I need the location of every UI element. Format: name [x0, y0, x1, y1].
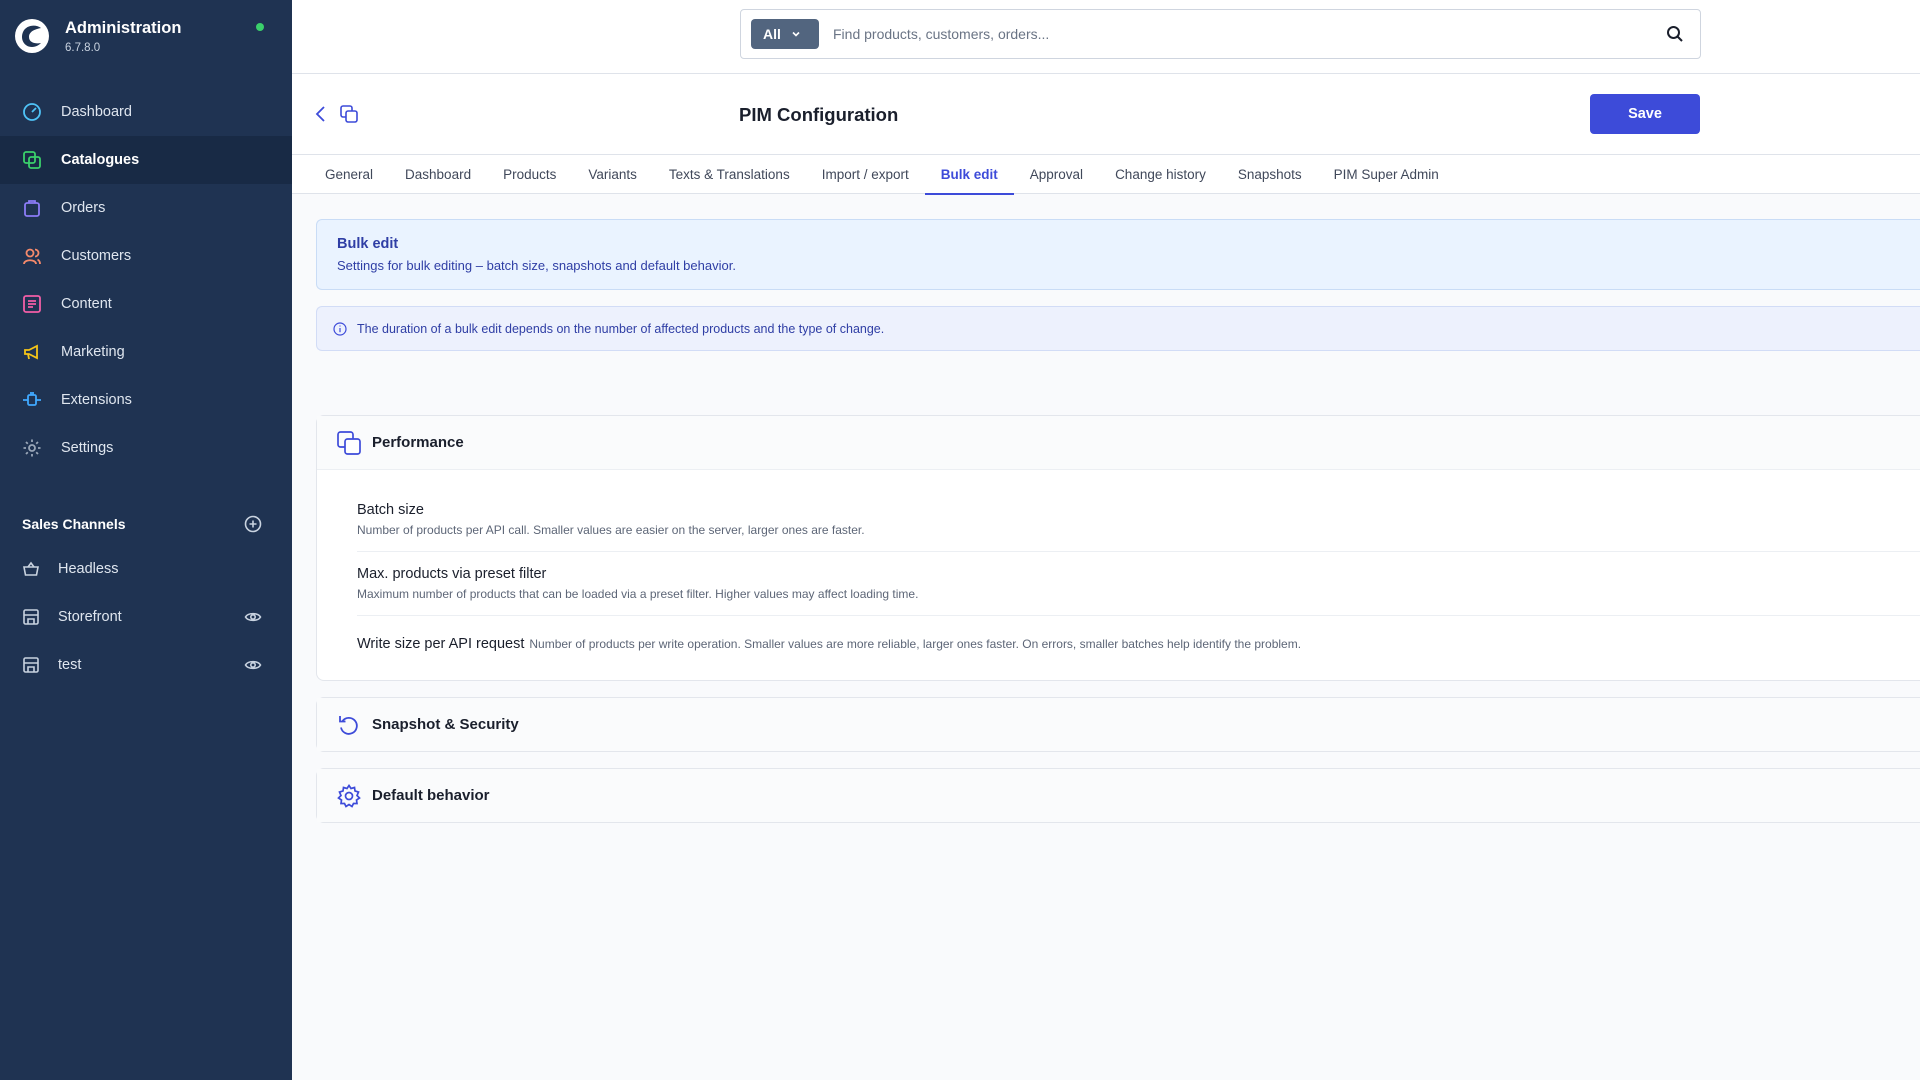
nav-item-catalogues[interactable]: Catalogues — [0, 136, 292, 184]
setting-label: Max. products via preset filter — [357, 566, 547, 582]
nav-item-settings[interactable]: Settings — [0, 424, 292, 472]
nav-item-content[interactable]: Content — [0, 280, 292, 328]
performance-panel-body: Batch size Number of products per API ca… — [317, 469, 1920, 680]
search-icon[interactable] — [1665, 24, 1685, 44]
content-list-icon — [21, 293, 43, 315]
page-title: PIM Configuration — [739, 104, 899, 125]
duplicate-icon[interactable] — [339, 104, 359, 124]
save-button[interactable]: Save — [1590, 94, 1700, 134]
tab-texts-translations[interactable]: Texts & Translations — [653, 155, 806, 194]
default-behavior-panel-header[interactable]: Default behavior — [317, 769, 1920, 822]
tab-approval[interactable]: Approval — [1014, 155, 1099, 194]
copy-stack-icon — [336, 430, 362, 456]
tab-products[interactable]: Products — [487, 155, 572, 194]
search-input[interactable] — [833, 26, 1665, 42]
eye-icon[interactable] — [244, 608, 262, 626]
shopping-bag-icon — [21, 197, 43, 219]
setting-label: Batch size — [357, 502, 424, 518]
sales-channel-label: Headless — [58, 561, 119, 577]
search-type-dropdown[interactable]: All — [751, 19, 819, 49]
intro-title: Bulk edit — [337, 236, 399, 252]
nav-item-orders[interactable]: Orders — [0, 184, 292, 232]
setting-label: Write size per API request — [357, 636, 525, 652]
top-bar: All — [292, 0, 1920, 74]
nav-label: Settings — [61, 440, 114, 456]
sales-channel-label: Storefront — [58, 609, 122, 625]
chevron-down-icon — [791, 29, 801, 39]
main-nav: Dashboard Catalogues Orders Customers Co… — [0, 88, 292, 472]
add-circle-icon[interactable] — [244, 515, 262, 533]
store-icon — [22, 608, 40, 626]
tab-bulk-edit[interactable]: Bulk edit — [924, 155, 1014, 195]
nav-item-marketing[interactable]: Marketing — [0, 328, 292, 376]
nav-label: Content — [61, 296, 112, 312]
nav-label: Catalogues — [61, 152, 140, 168]
page-header: PIM Configuration Save — [292, 74, 1920, 155]
intro-description: Settings for bulk editing – batch size, … — [337, 258, 736, 273]
back-chevron-icon[interactable] — [312, 104, 330, 124]
config-tabs: General Dashboard Products Variants Text… — [292, 155, 1920, 195]
sales-channel-label: test — [58, 657, 82, 673]
brand[interactable]: Administration 6.7.8.0 — [14, 16, 181, 56]
dashboard-gauge-icon — [21, 101, 43, 123]
status-dot — [256, 23, 264, 31]
default-behavior-panel: Default behavior — [316, 768, 1920, 823]
setting-batch-size: Batch size Number of products per API ca… — [357, 488, 1920, 552]
undo-arrow-icon — [336, 712, 362, 738]
panel-title: Default behavior — [372, 787, 490, 804]
app-title: Administration — [65, 18, 182, 37]
panel-title: Performance — [372, 434, 464, 451]
setting-description: Maximum number of products that can be l… — [357, 587, 919, 601]
nav-label: Dashboard — [61, 104, 132, 120]
eye-icon[interactable] — [244, 656, 262, 674]
main-content: Bulk edit Settings for bulk editing – ba… — [316, 219, 1920, 823]
users-icon — [21, 245, 43, 267]
nav-label: Customers — [61, 248, 132, 264]
sidebar: Administration 6.7.8.0 Dashboard Catalog… — [0, 0, 292, 1080]
nav-label: Marketing — [61, 344, 125, 360]
snapshot-security-panel: Snapshot & Security — [316, 697, 1920, 752]
panel-title: Snapshot & Security — [372, 716, 519, 733]
tab-snapshots[interactable]: Snapshots — [1222, 155, 1318, 194]
sales-channel-storefront[interactable]: Storefront — [0, 593, 292, 641]
sales-channels-title: Sales Channels — [22, 516, 126, 532]
sales-channels-header: Sales Channels — [22, 514, 262, 534]
setting-description: Number of products per write operation. … — [529, 637, 1302, 651]
plug-icon — [21, 389, 43, 411]
basket-icon — [22, 560, 40, 578]
nav-item-dashboard[interactable]: Dashboard — [0, 88, 292, 136]
search-type-label: All — [763, 26, 781, 42]
setting-max-products-preset-filter: Max. products via preset filter Maximum … — [357, 552, 1920, 616]
setting-description: Number of products per API call. Smaller… — [357, 523, 865, 537]
nav-label: Orders — [61, 200, 106, 216]
setting-write-size-per-api-request: Write size per API request Number of pro… — [357, 616, 1920, 666]
tab-pim-super-admin[interactable]: PIM Super Admin — [1318, 155, 1455, 194]
notice-text: The duration of a bulk edit depends on t… — [357, 321, 885, 336]
store-icon — [22, 656, 40, 674]
sales-channel-test[interactable]: test — [0, 641, 292, 689]
performance-panel: Performance Batch size Number of product… — [316, 415, 1920, 681]
intro-card: Bulk edit Settings for bulk editing – ba… — [316, 219, 1920, 290]
snapshot-security-panel-header[interactable]: Snapshot & Security — [317, 698, 1920, 751]
global-search: All — [740, 9, 1701, 59]
shopware-logo-icon — [14, 18, 50, 54]
app-version: 6.7.8.0 — [65, 41, 101, 54]
megaphone-icon — [21, 341, 43, 363]
catalogue-icon — [21, 149, 43, 171]
tab-dashboard[interactable]: Dashboard — [389, 155, 487, 194]
info-notice: The duration of a bulk edit depends on t… — [316, 306, 1920, 351]
tab-variants[interactable]: Variants — [572, 155, 653, 194]
cog-icon — [336, 783, 362, 809]
performance-panel-header[interactable]: Performance — [317, 416, 1920, 469]
gear-icon — [21, 437, 43, 459]
tab-import-export[interactable]: Import / export — [806, 155, 925, 194]
nav-item-customers[interactable]: Customers — [0, 232, 292, 280]
nav-item-extensions[interactable]: Extensions — [0, 376, 292, 424]
info-icon — [333, 321, 347, 336]
nav-label: Extensions — [61, 392, 132, 408]
tab-general[interactable]: General — [309, 155, 389, 194]
sales-channel-headless[interactable]: Headless — [0, 545, 292, 593]
tab-change-history[interactable]: Change history — [1099, 155, 1222, 194]
sales-channels-list: Headless Storefront test — [0, 545, 292, 689]
